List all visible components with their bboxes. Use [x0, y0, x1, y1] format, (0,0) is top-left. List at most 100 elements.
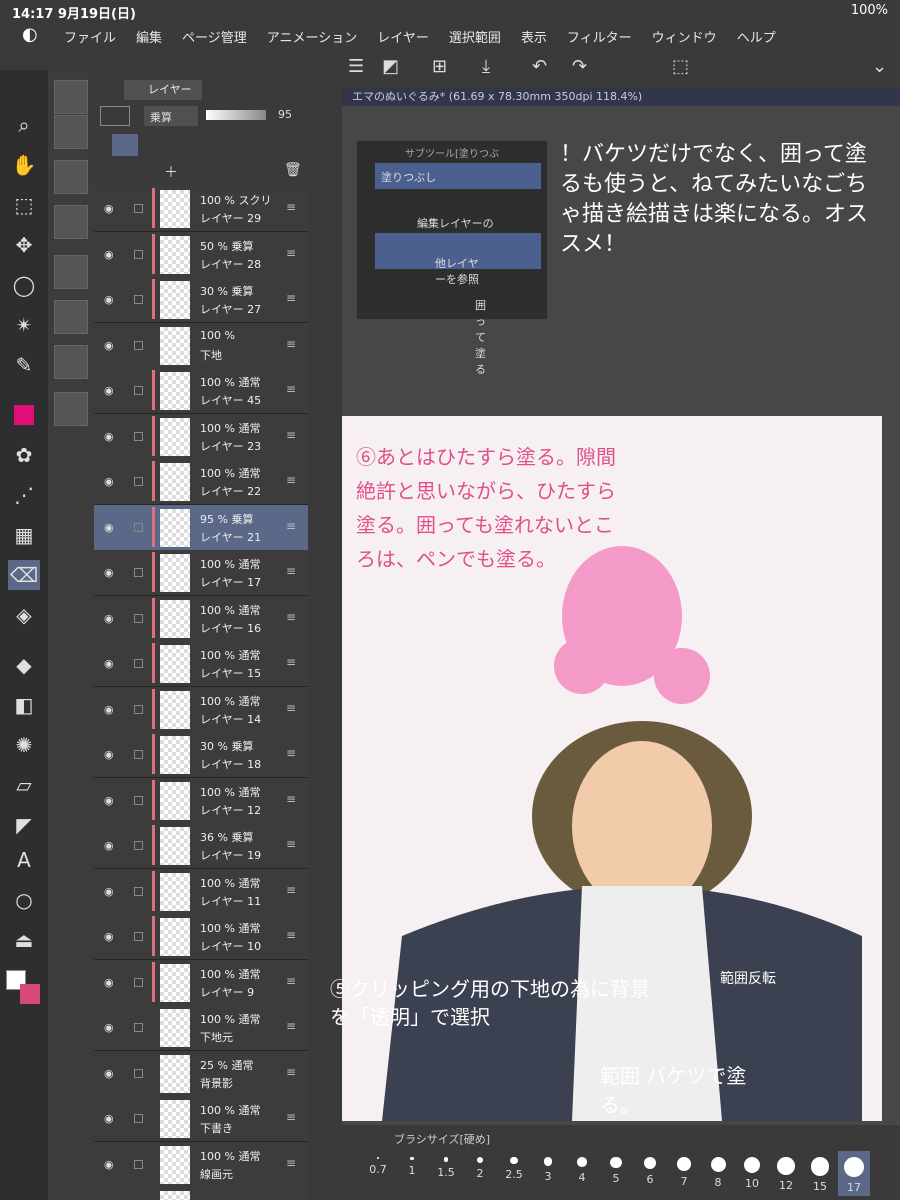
menu-item[interactable]: ヘルプ	[737, 27, 776, 46]
layer-color-button[interactable]	[100, 106, 130, 126]
correction-icon[interactable]: ⏏	[8, 925, 40, 955]
layer-row[interactable]: ◉ 100 % 通常 レイヤー 12 ≡	[94, 777, 308, 824]
subtool-other-layer[interactable]: 他レイヤーを参照	[375, 233, 541, 286]
layer-row[interactable]: ◉ 30 % 乗算 レイヤー 18 ≡	[94, 732, 308, 778]
visibility-icon[interactable]: ◉	[104, 748, 114, 761]
layer-row[interactable]: ◉ 100 % 通常 レイヤー 23 ≡	[94, 413, 308, 460]
visibility-icon[interactable]: ◉	[104, 384, 114, 397]
brush-size-option[interactable]: 12	[770, 1151, 802, 1196]
visibility-icon[interactable]: ◉	[104, 202, 114, 215]
layer-checkbox[interactable]	[134, 841, 143, 850]
opacity-slider[interactable]	[206, 110, 266, 120]
layer-checkbox[interactable]	[134, 340, 143, 350]
animation-icon[interactable]	[54, 345, 88, 379]
layer-row[interactable]: ◉ 100 % 通常 下書き ≡	[94, 1096, 308, 1142]
brush-size-option[interactable]: 3	[532, 1151, 564, 1196]
fill-mode-icon[interactable]: ◩	[382, 56, 399, 77]
text-icon[interactable]: A	[8, 845, 40, 875]
visibility-icon[interactable]: ◉	[104, 930, 114, 943]
bucket-icon[interactable]: ◆	[8, 650, 40, 680]
decoration-icon[interactable]: ✿	[8, 440, 40, 470]
layer-menu-icon[interactable]: ≡	[286, 428, 296, 442]
layer-checkbox[interactable]	[134, 659, 143, 668]
blend-icon[interactable]: ▦	[8, 520, 40, 550]
brush-size-option[interactable]: 8	[702, 1151, 734, 1196]
brush-size-option[interactable]: 4	[566, 1151, 598, 1196]
layer-menu-icon[interactable]: ≡	[286, 1110, 296, 1124]
redo-icon[interactable]: ↷	[572, 56, 587, 77]
layer-row[interactable]: ◉ 100 % 通常 レイヤー 17 ≡	[94, 550, 308, 596]
brush-size-option[interactable]: 2.5	[498, 1151, 530, 1196]
zoom-icon[interactable]: ⌕	[8, 110, 40, 140]
fill-icon[interactable]: ◈	[8, 600, 40, 630]
subtool-fill[interactable]: 塗りつぶし	[375, 163, 541, 189]
collapse-icon[interactable]: ⌄	[872, 56, 887, 77]
eyedropper-icon[interactable]: ✎	[8, 350, 40, 380]
layer-checkbox[interactable]	[134, 1068, 143, 1078]
layer-checkbox[interactable]	[134, 750, 143, 759]
visibility-icon[interactable]: ◉	[104, 248, 114, 261]
figure-icon[interactable]: ○	[8, 885, 40, 915]
layer-checkbox[interactable]	[134, 932, 143, 941]
layer-checkbox[interactable]	[134, 886, 143, 896]
visibility-icon[interactable]: ◉	[104, 293, 114, 306]
layer-menu-icon[interactable]: ≡	[286, 701, 296, 715]
layer-row[interactable]: ◉用紙≡	[94, 1187, 308, 1200]
visibility-icon[interactable]: ◉	[104, 703, 114, 716]
layer-menu-icon[interactable]: ≡	[286, 564, 296, 578]
effect-icon[interactable]: ✺	[8, 730, 40, 760]
ruler-icon[interactable]: ◤	[8, 810, 40, 840]
menu-item[interactable]: アニメーション	[267, 27, 357, 46]
layer-checkbox[interactable]	[134, 295, 143, 304]
layer-checkbox[interactable]	[134, 977, 143, 987]
brush-size-option[interactable]: 6	[634, 1151, 666, 1196]
layer-menu-icon[interactable]: ≡	[286, 837, 296, 851]
menu-item[interactable]: ファイル	[64, 27, 116, 46]
layer-menu-icon[interactable]: ≡	[286, 974, 296, 988]
layer-row[interactable]: ◉ 100 % 通常 レイヤー 10 ≡	[94, 914, 308, 960]
tab-layers[interactable]: レイヤー	[124, 80, 202, 100]
fill-layer-icon[interactable]	[54, 300, 88, 334]
navigator-icon[interactable]	[54, 80, 88, 114]
layer-checkbox[interactable]	[134, 613, 143, 623]
layer-checkbox[interactable]	[134, 431, 143, 441]
layer-checkbox[interactable]	[134, 1114, 143, 1123]
menu-item[interactable]: 選択範囲	[449, 27, 501, 46]
brush-size-option[interactable]: 0.7	[362, 1151, 394, 1196]
layer-menu-icon[interactable]: ≡	[286, 655, 296, 669]
app-logo-icon[interactable]: ◐	[22, 24, 38, 45]
layer-row[interactable]: ◉ 100 % 通常 レイヤー 15 ≡	[94, 641, 308, 687]
operation-icon[interactable]: ⬚	[8, 190, 40, 220]
layer-row[interactable]: ◉ 100 % 通常 レイヤー 14 ≡	[94, 686, 308, 733]
layer-menu-icon[interactable]: ≡	[286, 883, 296, 897]
layer-row[interactable]: ◉ 95 % 乗算 レイヤー 21 ≡	[94, 504, 308, 551]
subtool-edit-layer[interactable]: 編集レイヤーのみ参照	[375, 193, 541, 246]
subtool-lasso-fill[interactable]: 囲って塗る	[375, 277, 575, 376]
menu-item[interactable]: 表示	[521, 27, 547, 46]
layer-row[interactable]: ◉ 25 % 通常 背景影 ≡	[94, 1050, 308, 1097]
layer-prop-icon[interactable]	[54, 255, 88, 289]
new-doc-icon[interactable]: ⊞	[432, 56, 447, 77]
trash-icon[interactable]: 🗑	[284, 162, 302, 178]
layer-menu-icon[interactable]: ≡	[286, 928, 296, 942]
transform-icon[interactable]: ⬚	[672, 56, 689, 77]
brush-size-option[interactable]: 10	[736, 1151, 768, 1196]
layer-checkbox[interactable]	[134, 1159, 143, 1169]
layer-menu-icon[interactable]: ≡	[286, 519, 296, 533]
visibility-icon[interactable]: ◉	[104, 1112, 114, 1125]
menu-item[interactable]: ページ管理	[182, 27, 247, 46]
layer-menu-icon[interactable]: ≡	[286, 200, 296, 214]
layer-row[interactable]: ◉ 100 % スクリ レイヤー 29 ≡	[94, 186, 308, 232]
layer-row[interactable]: ◉ 100 % 通常 レイヤー 9 ≡	[94, 959, 308, 1006]
visibility-icon[interactable]: ◉	[104, 1021, 114, 1034]
layer-menu-icon[interactable]: ≡	[286, 382, 296, 396]
visibility-icon[interactable]: ◉	[104, 657, 114, 670]
visibility-icon[interactable]: ◉	[104, 475, 114, 488]
sub-color-swatch[interactable]	[20, 984, 40, 1004]
layer-row[interactable]: ◉ 100 % 通常 レイヤー 22 ≡	[94, 459, 308, 505]
layer-checkbox[interactable]	[134, 204, 143, 213]
visibility-icon[interactable]: ◉	[104, 339, 114, 352]
layer-menu-icon[interactable]: ≡	[286, 473, 296, 487]
document-tab[interactable]: エマのぬいぐるみ* (61.69 x 78.30mm 350dpi 118.4%…	[342, 88, 900, 106]
blend-mode-select[interactable]: 乗算	[144, 106, 198, 126]
